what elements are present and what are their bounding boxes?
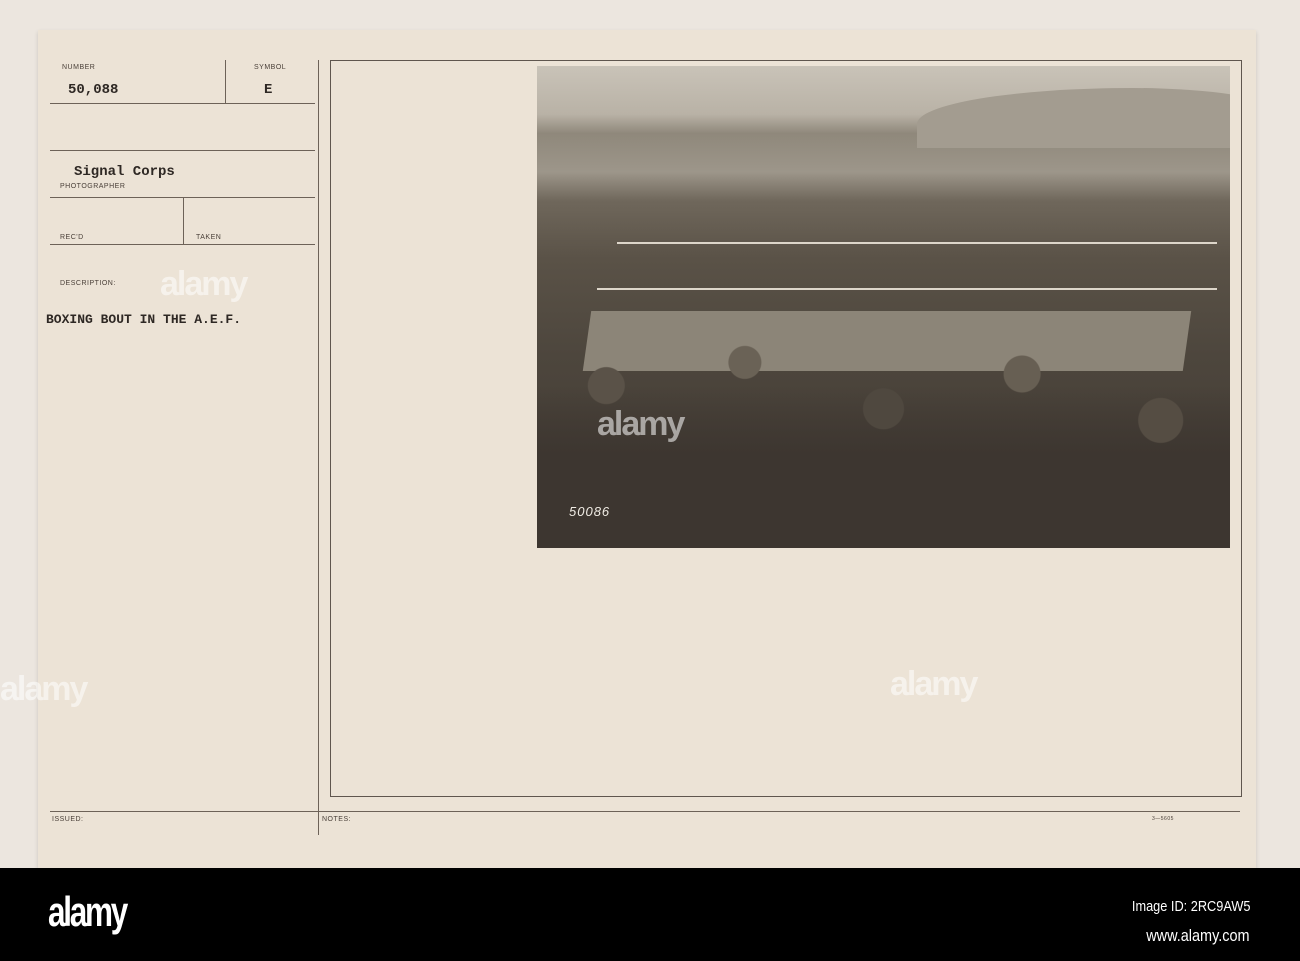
recd-label: REC'D xyxy=(60,234,84,241)
symbol-value: E xyxy=(264,82,273,98)
number-value: 50,088 xyxy=(68,82,119,98)
form-code: 3—5605 xyxy=(1152,816,1174,822)
image-id: Image ID: 2RC9AW5 xyxy=(1131,898,1250,915)
divider xyxy=(183,197,184,244)
alamy-logo: alamy xyxy=(48,888,128,935)
symbol-label: SYMBOL xyxy=(254,64,287,71)
number-label: NUMBER xyxy=(62,64,96,71)
photographer-label: PHOTOGRAPHER xyxy=(60,183,126,190)
site-url[interactable]: www.alamy.com xyxy=(1147,926,1250,946)
watermark: alamy xyxy=(160,265,248,303)
taken-label: TAKEN xyxy=(196,234,222,241)
footer-bar: alamy Image ID: 2RC9AW5 www.alamy.com xyxy=(0,868,1300,961)
divider xyxy=(50,244,315,245)
photographer-value: Signal Corps xyxy=(74,164,175,180)
hill xyxy=(917,88,1230,148)
watermark: alamy xyxy=(890,665,978,703)
issued-label: ISSUED: xyxy=(52,816,84,823)
divider xyxy=(318,60,319,835)
description-label: DESCRIPTION: xyxy=(60,280,116,287)
ring-rope xyxy=(597,288,1217,290)
description-value: BOXING BOUT IN THE A.E.F. xyxy=(46,312,242,327)
divider xyxy=(50,150,315,151)
divider xyxy=(50,811,1240,812)
watermark: alamy xyxy=(597,405,685,443)
divider xyxy=(50,103,315,104)
watermark: alamy xyxy=(0,670,88,708)
negative-number: 50086 xyxy=(569,504,611,519)
ring-rope xyxy=(617,242,1217,244)
divider xyxy=(225,60,226,103)
boxing-photograph: 50086 xyxy=(537,66,1230,548)
notes-label: NOTES: xyxy=(322,816,352,823)
